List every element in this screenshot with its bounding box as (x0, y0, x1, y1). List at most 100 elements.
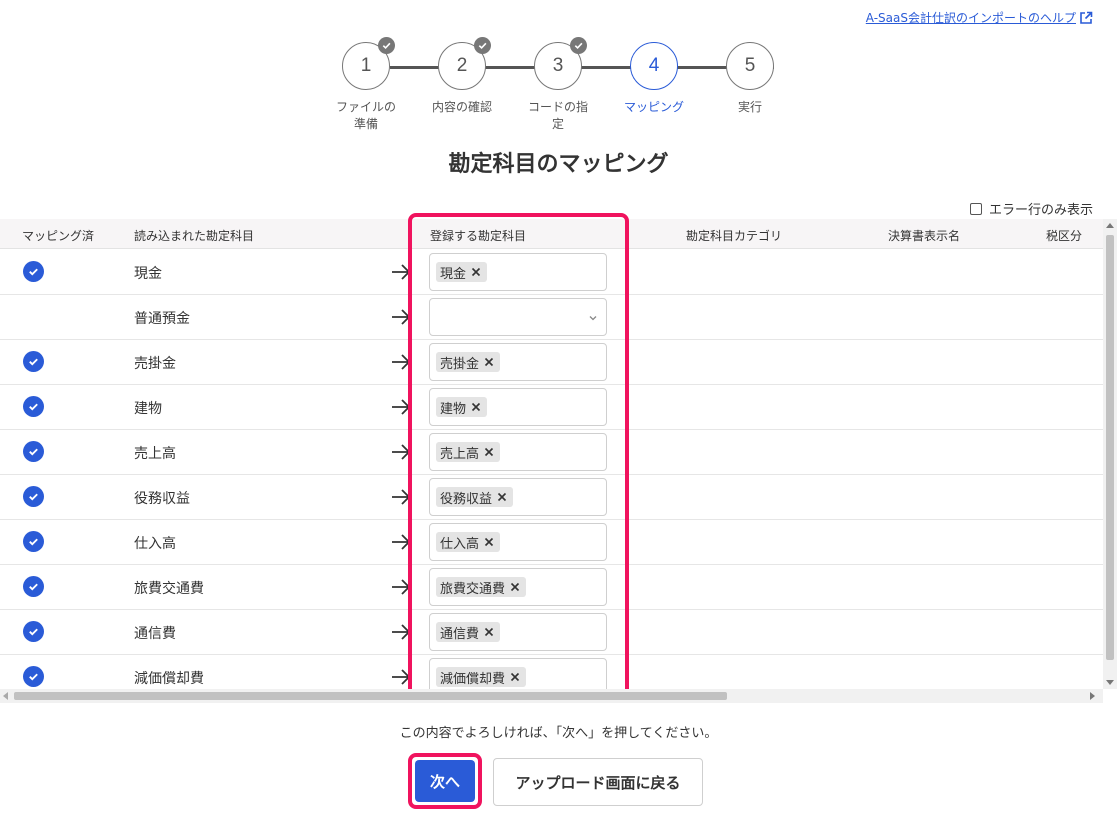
remove-chip-icon[interactable] (471, 402, 481, 412)
step-2: 2 内容の確認 (414, 37, 510, 116)
scrollbar-thumb[interactable] (1106, 235, 1114, 660)
chip-label: 旅費交通費 (440, 581, 506, 597)
target-account-select[interactable] (429, 298, 607, 336)
source-account-label: 売上高 (134, 446, 176, 462)
mapped-check-icon (23, 351, 44, 372)
error-only-checkbox[interactable]: エラー行のみ表示 (969, 199, 1093, 218)
step-circle: 5 (726, 42, 774, 90)
header-target: 登録する勘定科目 (430, 229, 527, 243)
chip-label: 仕入高 (440, 536, 480, 552)
target-account-select[interactable]: 売上高 (429, 433, 607, 471)
header-source: 読み込まれた勘定科目 (134, 229, 255, 243)
next-button[interactable]: 次へ (415, 760, 475, 802)
scroll-left-arrow-icon[interactable] (3, 692, 8, 700)
mapped-check-icon (23, 441, 44, 462)
checkbox-icon[interactable] (969, 202, 982, 215)
table-header: マッピング済 読み込まれた勘定科目 登録する勘定科目 勘定科目カテゴリ 決算書表… (0, 219, 1103, 249)
check-icon (474, 37, 491, 54)
step-number: 5 (744, 55, 756, 76)
back-to-upload-button[interactable]: アップロード画面に戻る (493, 758, 703, 806)
check-icon (570, 37, 587, 54)
mapped-check-icon (23, 621, 44, 642)
source-account-label: 売掛金 (134, 356, 176, 372)
step-number: 3 (552, 55, 564, 76)
table-row: 現金 現金 (0, 250, 1103, 295)
remove-chip-icon[interactable] (510, 672, 520, 682)
chip-label: 売掛金 (440, 356, 480, 372)
table-row: 旅費交通費 旅費交通費 (0, 565, 1103, 610)
selected-account-chip: 売上高 (436, 442, 501, 462)
step-4: 4 マッピング (606, 42, 702, 116)
arrow-right-icon (392, 624, 411, 640)
help-link-text: A-SaaS会計仕訳のインポートのヘルプ (865, 11, 1076, 25)
arrow-right-icon (392, 489, 411, 505)
mapped-check-icon (23, 576, 44, 597)
header-category: 勘定科目カテゴリ (686, 229, 783, 243)
target-account-select[interactable]: 役務収益 (429, 478, 607, 516)
source-account-label: 減価償却費 (134, 671, 204, 687)
horizontal-scrollbar[interactable] (0, 689, 1103, 703)
arrow-right-icon (392, 534, 411, 550)
step-label: 実行 (737, 100, 762, 114)
remove-chip-icon[interactable] (471, 267, 481, 277)
target-account-select[interactable]: 仕入高 (429, 523, 607, 561)
target-account-select[interactable]: 売掛金 (429, 343, 607, 381)
mapped-check-icon (23, 486, 44, 507)
target-account-select[interactable]: 建物 (429, 388, 607, 426)
source-account-label: 仕入高 (134, 536, 176, 552)
remove-chip-icon[interactable] (497, 492, 507, 502)
remove-chip-icon[interactable] (510, 582, 520, 592)
external-link-icon (1080, 11, 1093, 24)
chip-label: 通信費 (440, 626, 480, 642)
step-number: 1 (360, 55, 372, 76)
check-icon (378, 37, 395, 54)
source-account-label: 通信費 (134, 626, 176, 642)
scroll-down-arrow-icon[interactable] (1106, 680, 1114, 685)
target-account-select[interactable]: 旅費交通費 (429, 568, 607, 606)
remove-chip-icon[interactable] (484, 357, 494, 367)
selected-account-chip: 旅費交通費 (436, 577, 527, 597)
arrow-right-icon (392, 309, 411, 325)
target-account-select[interactable]: 現金 (429, 253, 607, 291)
scroll-up-arrow-icon[interactable] (1106, 223, 1114, 228)
vertical-scrollbar[interactable] (1103, 219, 1117, 689)
scrollbar-thumb[interactable] (14, 692, 727, 700)
step-circle: 4 (630, 42, 678, 90)
selected-account-chip: 仕入高 (436, 532, 501, 552)
selected-account-chip: 建物 (436, 397, 488, 417)
selected-account-chip: 通信費 (436, 622, 501, 642)
header-mapped: マッピング済 (22, 229, 95, 243)
chip-label: 減価償却費 (440, 671, 506, 687)
chip-label: 役務収益 (440, 491, 493, 507)
step-circle: 3 (534, 37, 587, 90)
arrow-right-icon (392, 354, 411, 370)
page-title: 勘定科目のマッピング (448, 152, 669, 177)
table-row: 通信費 通信費 (0, 610, 1103, 655)
scroll-right-arrow-icon[interactable] (1090, 692, 1095, 700)
step-label: コードの指定 (527, 100, 588, 131)
source-account-label: 現金 (134, 266, 162, 282)
source-account-label: 旅費交通費 (134, 581, 204, 597)
remove-chip-icon[interactable] (484, 627, 494, 637)
step-label: マッピング (623, 100, 684, 114)
mapped-check-icon (23, 531, 44, 552)
selected-account-chip: 現金 (436, 262, 488, 282)
source-account-label: 普通預金 (134, 311, 190, 327)
arrow-right-icon (392, 669, 411, 685)
arrow-right-icon (392, 579, 411, 595)
mapped-check-icon (23, 666, 44, 687)
remove-chip-icon[interactable] (484, 537, 494, 547)
table-row: 売上高 売上高 (0, 430, 1103, 475)
chip-label: 建物 (440, 401, 467, 417)
table-row: 仕入高 仕入高 (0, 520, 1103, 565)
target-account-select[interactable]: 通信費 (429, 613, 607, 651)
mapped-check-icon (23, 261, 44, 282)
step-number: 2 (456, 55, 468, 76)
remove-chip-icon[interactable] (484, 447, 494, 457)
arrow-right-icon (392, 399, 411, 415)
help-link[interactable]: A-SaaS会計仕訳のインポートのヘルプ (866, 9, 1093, 26)
mapping-table: マッピング済 読み込まれた勘定科目 登録する勘定科目 勘定科目カテゴリ 決算書表… (0, 219, 1117, 705)
arrow-right-icon (392, 264, 411, 280)
table-row: 役務収益 役務収益 (0, 475, 1103, 520)
header-statement-name: 決算書表示名 (888, 229, 961, 243)
